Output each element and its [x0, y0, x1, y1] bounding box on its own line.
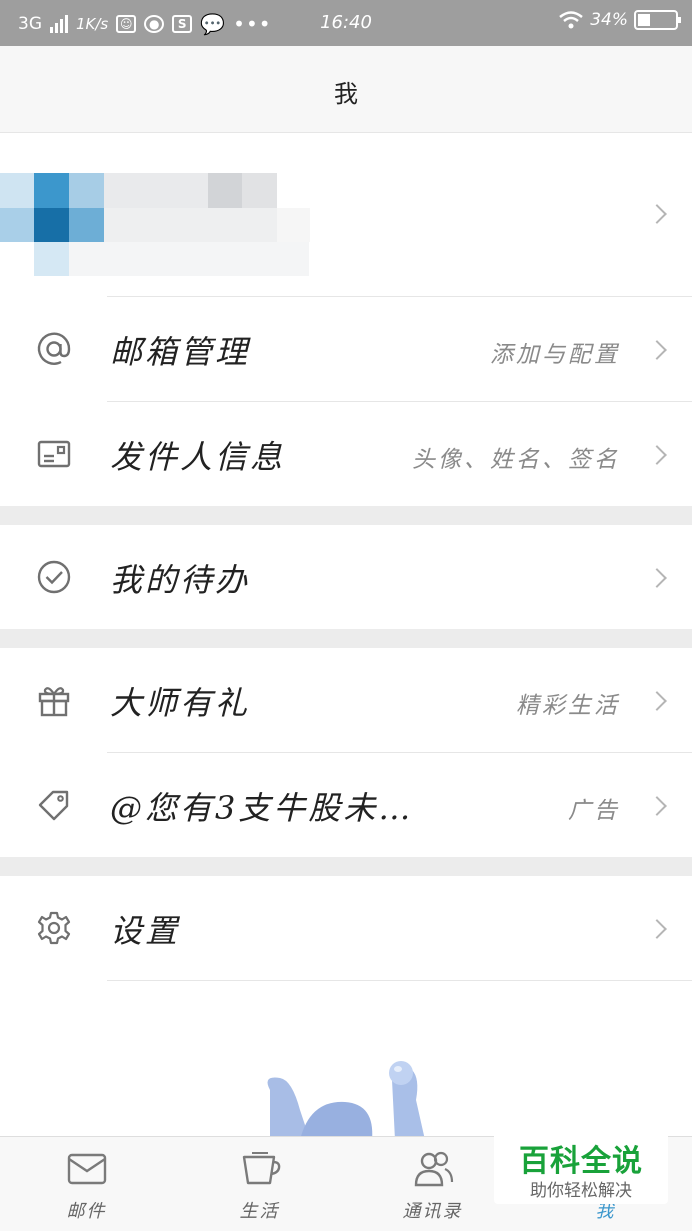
- section-separator: [0, 629, 692, 648]
- gear-icon: [37, 911, 71, 945]
- gift-icon: [38, 687, 70, 717]
- contacts-icon: [414, 1151, 454, 1187]
- at-icon: [37, 332, 71, 365]
- menu-item-settings[interactable]: 设置: [0, 876, 692, 980]
- section-separator: [0, 506, 692, 525]
- menu-item-advertisement[interactable]: @您有3支牛股未… 广告: [0, 753, 692, 857]
- menu-item-label: @您有3支牛股未…: [110, 789, 414, 827]
- avatar: [0, 173, 320, 283]
- chevron-right-icon: [647, 340, 667, 360]
- check-circle-icon: [37, 560, 71, 594]
- tab-mail[interactable]: 邮件: [0, 1137, 173, 1231]
- menu-item-sender-info[interactable]: 发件人信息 头像、姓名、签名: [0, 402, 692, 506]
- cup-icon: [242, 1152, 281, 1185]
- menu-item-label: 我的待办: [110, 561, 251, 599]
- menu-item-label: 邮箱管理: [110, 333, 251, 371]
- menu-item-label: 发件人信息: [110, 438, 286, 476]
- mail-icon: [67, 1153, 107, 1185]
- chevron-right-icon: [647, 445, 667, 465]
- tab-life[interactable]: 生活: [173, 1137, 346, 1231]
- profile-card[interactable]: [0, 133, 692, 296]
- section-separator: [0, 857, 692, 876]
- status-bar: 3G 1K/s ☺ ● S 💬 ••• 16:40 34%: [0, 0, 692, 46]
- battery-percent: 34%: [590, 10, 628, 30]
- menu-item-subtitle: 广告: [568, 798, 620, 824]
- status-right: 34%: [558, 10, 681, 30]
- chevron-right-icon: [647, 691, 667, 711]
- menu-item-my-todos[interactable]: 我的待办: [0, 525, 692, 629]
- chevron-right-icon: [647, 204, 667, 224]
- watermark-tagline: 助你轻松解决: [530, 1181, 632, 1201]
- watermark-brand: 百科全说: [519, 1144, 643, 1179]
- page-title: 我: [334, 80, 358, 108]
- nav-bar: 我: [0, 46, 692, 133]
- menu-item-subtitle: 添加与配置: [490, 342, 620, 368]
- chevron-right-icon: [647, 919, 667, 939]
- menu-item-master-gift[interactable]: 大师有礼 精彩生活: [0, 648, 692, 752]
- mascot-illustration: [267, 1061, 425, 1140]
- chevron-right-icon: [647, 796, 667, 816]
- tab-label: 生活: [239, 1201, 280, 1222]
- watermark-logo: 百科全说 助你轻松解决: [494, 1132, 668, 1204]
- chevron-right-icon: [647, 568, 667, 588]
- divider: [107, 980, 692, 981]
- menu-item-subtitle: 头像、姓名、签名: [412, 447, 620, 473]
- menu-item-label: 设置: [110, 912, 181, 950]
- tag-icon: [38, 790, 69, 821]
- battery-icon: [634, 10, 681, 30]
- wifi-icon: [559, 11, 583, 29]
- tab-label: 邮件: [66, 1201, 107, 1222]
- menu-item-subtitle: 精彩生活: [516, 693, 620, 719]
- menu-item-label: 大师有礼: [110, 684, 251, 722]
- id-card-icon: [37, 440, 71, 468]
- menu-item-mailbox-management[interactable]: 邮箱管理 添加与配置: [0, 297, 692, 401]
